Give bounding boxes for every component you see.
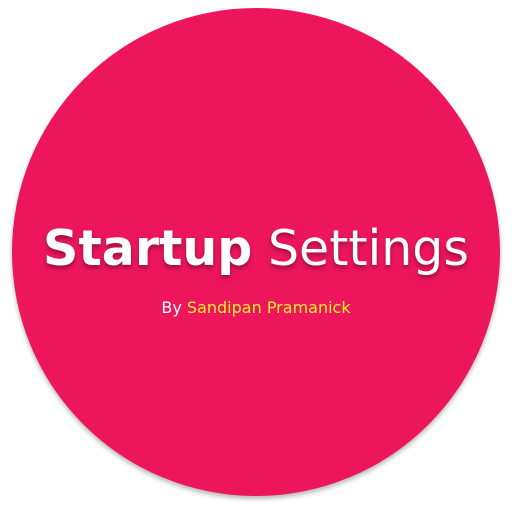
app-title-bold: Startup [43, 220, 253, 277]
author-credit: By Sandipan Pramanick [0, 296, 512, 320]
author-name: Sandipan Pramanick [186, 298, 351, 317]
app-title: Startup Settings [0, 218, 512, 280]
author-prefix: By [161, 298, 182, 317]
app-title-regular: Settings [267, 220, 469, 277]
